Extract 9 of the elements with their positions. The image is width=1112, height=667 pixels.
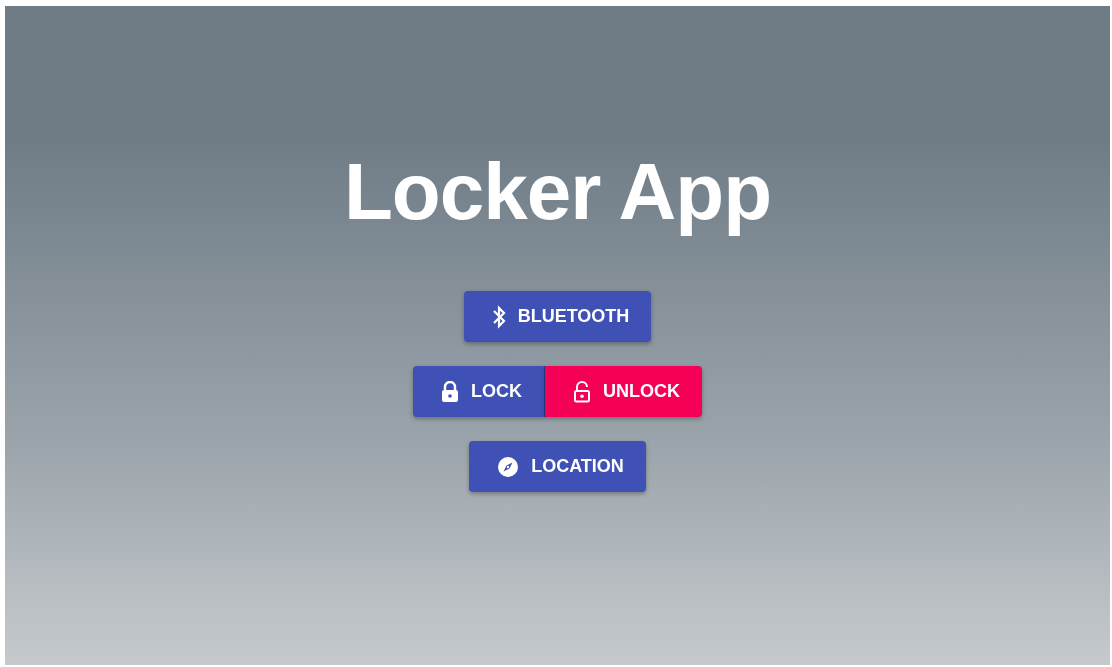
bluetooth-icon: [491, 304, 506, 329]
padlock-icon: [441, 380, 459, 403]
compass-icon: [497, 455, 520, 478]
app-title: Locker App: [343, 146, 772, 238]
lock-button[interactable]: LOCK: [413, 366, 545, 417]
open-padlock-icon: [573, 380, 591, 403]
bluetooth-button[interactable]: BLUETOOTH: [463, 291, 652, 342]
unlock-button[interactable]: UNLOCK: [545, 366, 702, 417]
location-button[interactable]: LOCATION: [469, 441, 646, 492]
